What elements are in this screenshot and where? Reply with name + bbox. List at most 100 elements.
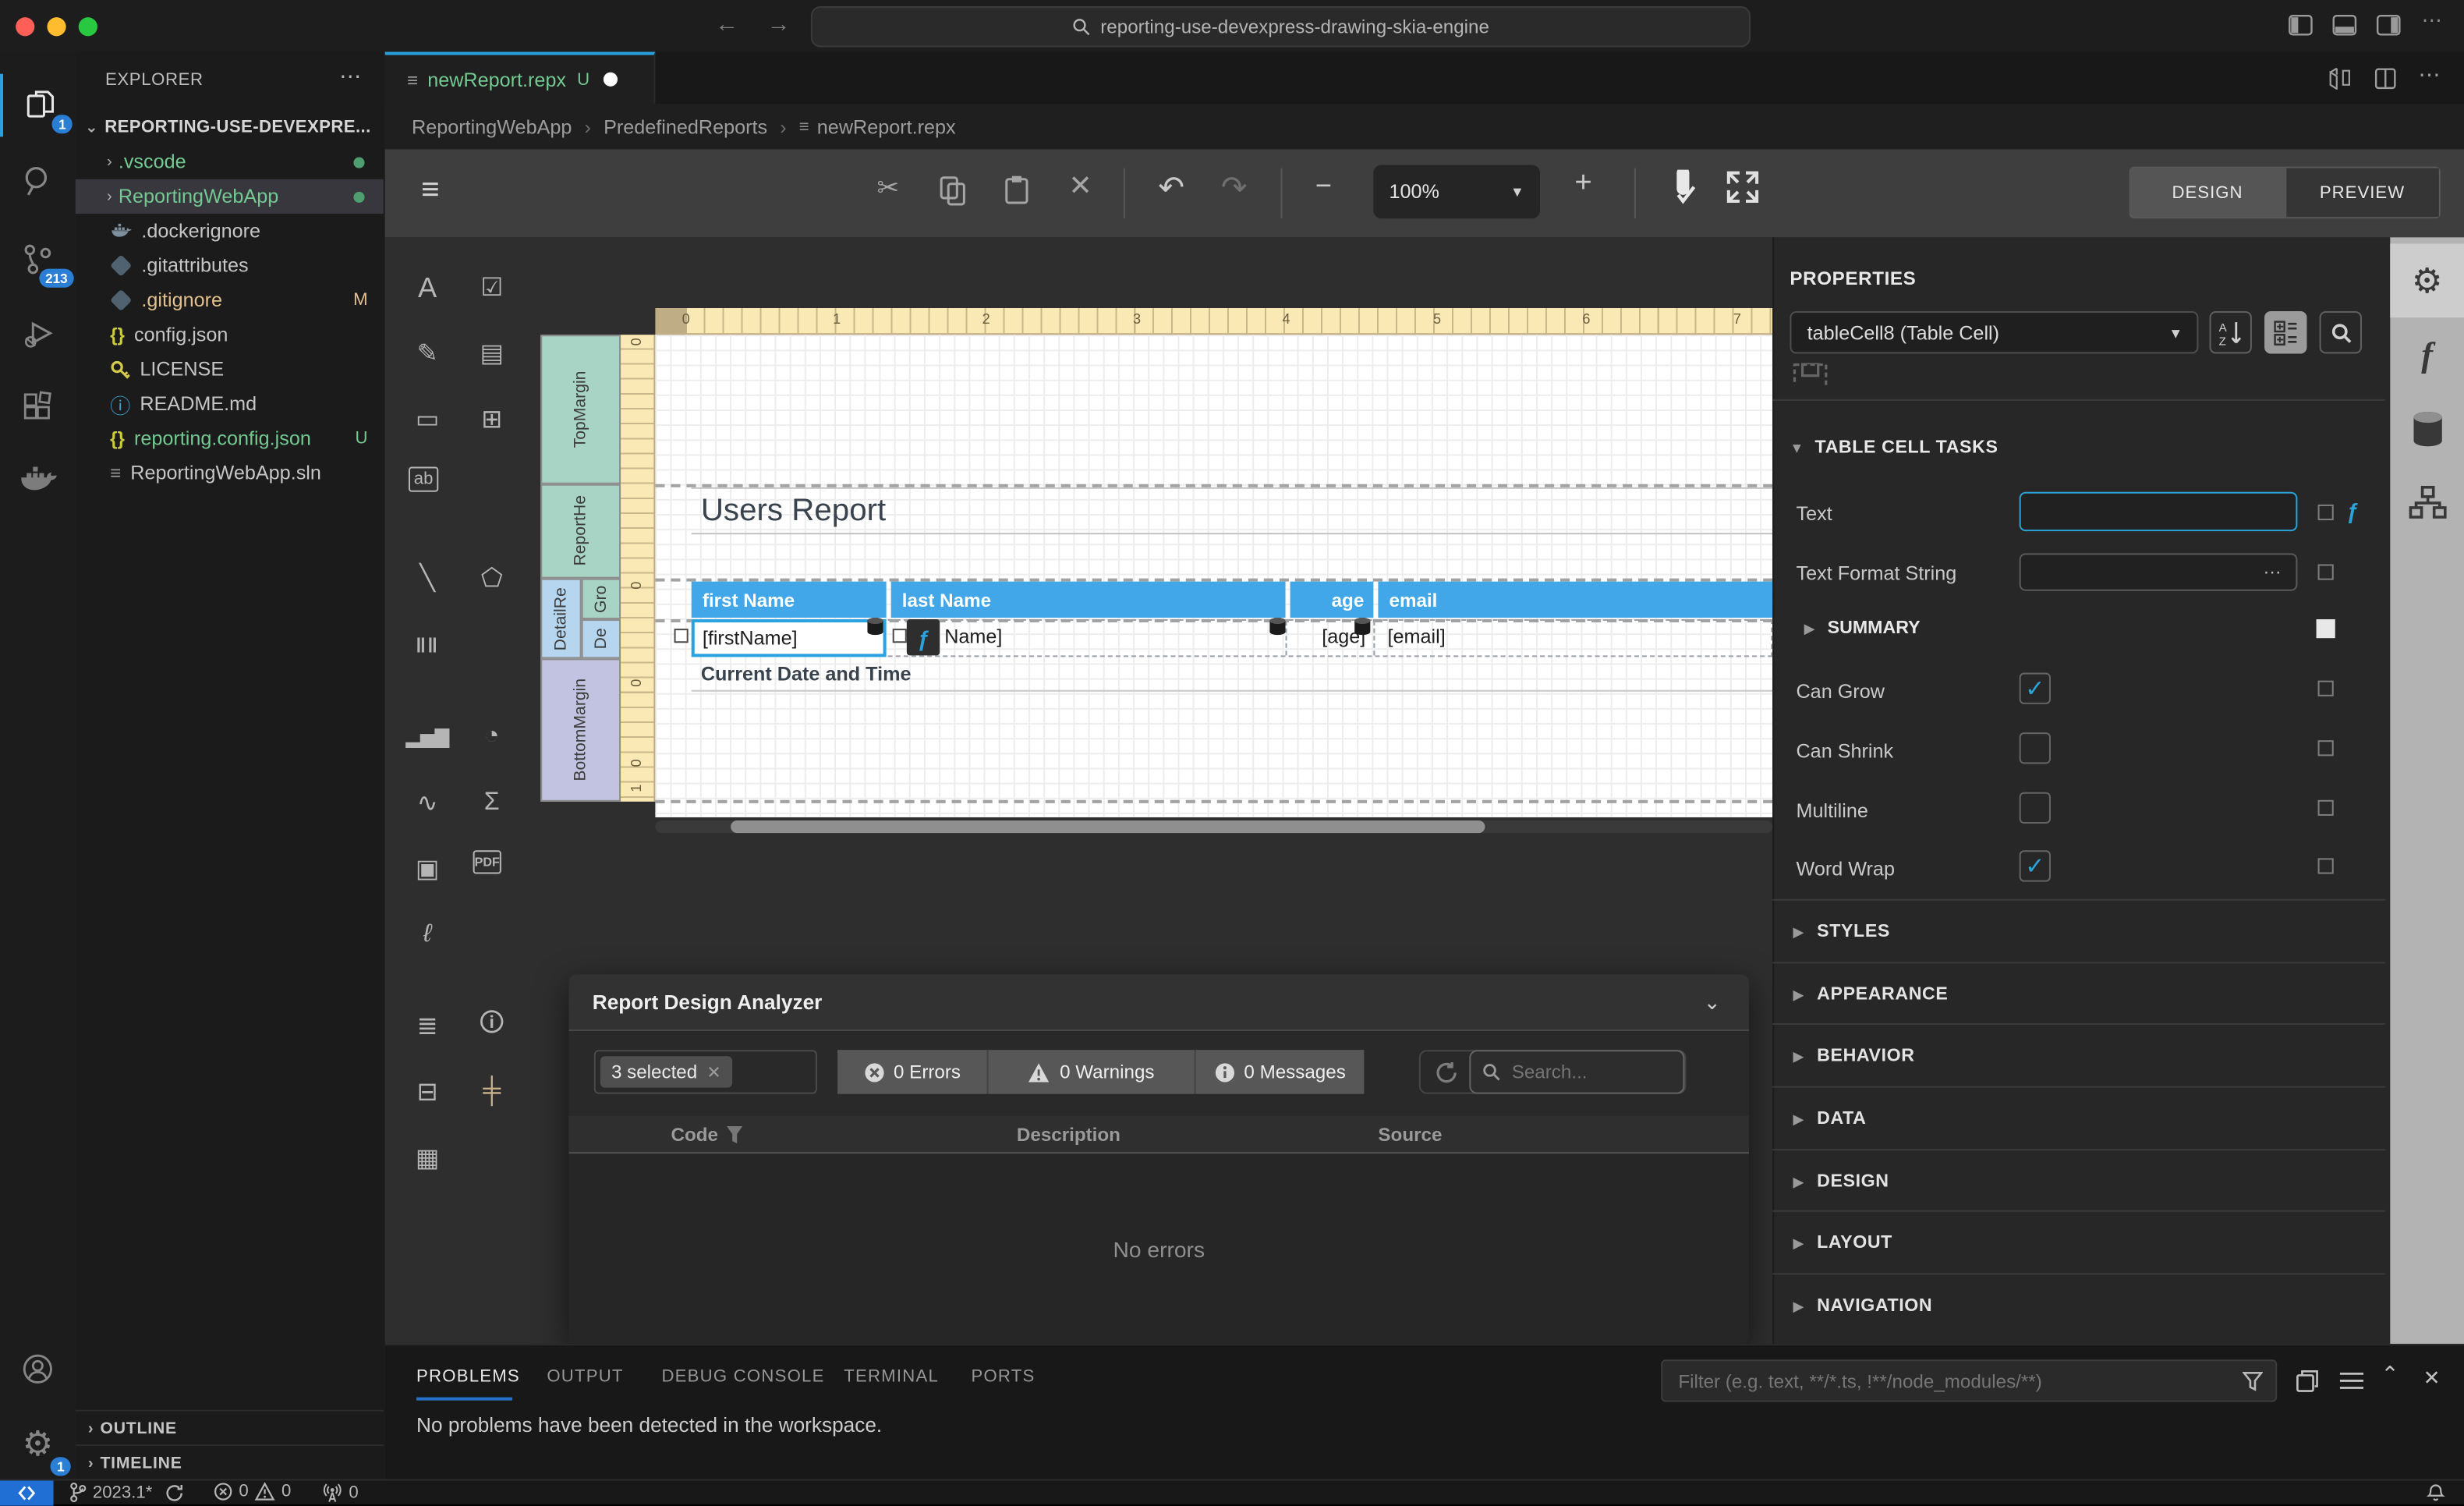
text-property-input[interactable] [2019, 491, 2298, 532]
fx-expression-icon[interactable]: ƒ [2346, 498, 2359, 523]
outline-section-header[interactable]: › OUTLINE [75, 1409, 384, 1446]
ellipsis-button[interactable]: … [2263, 556, 2283, 578]
history-forward-icon[interactable]: → [766, 11, 790, 37]
problems-filter-input[interactable] [1675, 1368, 2243, 1394]
table-cell-email[interactable]: [email] [1388, 625, 1446, 647]
sync-icon[interactable] [165, 1483, 183, 1501]
sort-az-button[interactable]: AZ [2209, 311, 2252, 354]
git-branch-status[interactable]: 2023.1* [69, 1482, 184, 1503]
property-marker-icon[interactable] [2317, 799, 2334, 816]
toolbox-gauge-icon[interactable]: ◔ [473, 718, 511, 756]
tab-terminal[interactable]: TERMINAL [844, 1367, 939, 1386]
toolbox-summary-icon[interactable]: Σ [473, 785, 511, 822]
fullscreen-icon[interactable] [1726, 170, 1760, 204]
tab-debug-console[interactable]: DEBUG CONSOLE [661, 1367, 824, 1386]
explorer-item-license[interactable]: LICENSE [76, 352, 384, 386]
explorer-item-readme[interactable]: ⓘ README.md [76, 387, 384, 421]
panel-list-icon[interactable] [2339, 1370, 2364, 1391]
toolbox-pdf-icon[interactable]: PDF [473, 850, 501, 874]
toggle-secondary-sidebar-icon[interactable] [2376, 14, 2401, 36]
toolbox-picture-icon[interactable]: ▤ [473, 335, 511, 372]
undo-icon[interactable]: ↶ [1158, 168, 1184, 207]
close-panel-icon[interactable]: ✕ [2423, 1366, 2441, 1391]
property-search-button[interactable] [2319, 311, 2363, 354]
explorer-item-gitattributes[interactable]: .gitattributes [76, 248, 384, 282]
section-appearance[interactable]: ▶ APPEARANCE [1772, 962, 2386, 1026]
split-editor-icon[interactable] [2329, 67, 2351, 90]
design-tab[interactable]: DESIGN [2130, 168, 2285, 218]
notifications-bell-icon[interactable] [2426, 1483, 2445, 1502]
activitybar-source-control[interactable]: 213 [0, 225, 76, 294]
summary-group-header[interactable]: ▶ SUMMARY [1804, 619, 1921, 638]
errors-tab[interactable]: 0 Errors [837, 1050, 987, 1094]
collapse-chevron-icon[interactable]: ⌄ [1704, 990, 1721, 1015]
copy-icon[interactable] [940, 176, 966, 206]
explorer-item-reportingconfig[interactable]: {} reporting.config.json U [76, 421, 384, 455]
toolbox-chart-icon[interactable]: ▂▅▇ [405, 718, 449, 756]
fx-expression-button[interactable]: ƒ [906, 619, 940, 656]
selected-chip[interactable]: 3 selected ✕ [600, 1056, 732, 1088]
toolbox-line-icon[interactable]: ╲ [409, 559, 446, 597]
section-behavior[interactable]: ▶ BEHAVIOR [1772, 1022, 2386, 1088]
datasource-strip-item[interactable] [2390, 392, 2464, 466]
report-title-textbox[interactable]: Users Report [691, 487, 1773, 535]
warnings-tab[interactable]: 0 Warnings [988, 1050, 1195, 1094]
toolbox-table-icon[interactable]: ⊞ [473, 401, 511, 438]
table-cell-firstname[interactable]: [firstName] [691, 619, 887, 657]
toolbox-pageinfo-icon[interactable]: 🛈 [473, 1008, 511, 1045]
toolbox-crossband-icon[interactable]: ╪ [473, 1073, 511, 1111]
row-handle[interactable] [674, 629, 689, 643]
table-cell-tasks-header[interactable]: ▼ TABLE CELL TASKS [1790, 438, 1998, 457]
category-view-button[interactable] [2264, 311, 2307, 354]
toolbox-shape-icon[interactable]: ⬠ [473, 559, 511, 597]
history-back-icon[interactable]: ← [715, 11, 738, 37]
band-reportheader[interactable]: ReportHe [540, 484, 621, 579]
analyzer-filter-chipbox[interactable]: 3 selected ✕ [593, 1050, 817, 1094]
messages-tab[interactable]: 0 Messages [1195, 1050, 1365, 1094]
toolbox-sparkline-icon[interactable]: ∿ [409, 785, 446, 822]
toolbox-checkbox-icon[interactable]: ☑ [473, 269, 511, 307]
property-marker-icon[interactable] [2317, 858, 2334, 874]
multiline-checkbox[interactable] [2019, 792, 2051, 824]
property-marker-icon[interactable] [2317, 564, 2334, 580]
activitybar-account[interactable] [0, 1338, 76, 1401]
minimize-window-button[interactable] [47, 17, 66, 37]
refresh-icon[interactable] [1435, 1060, 1458, 1083]
ports-status[interactable]: 0 [322, 1482, 359, 1502]
scrollbar-thumb[interactable] [731, 820, 1485, 834]
table-header-age[interactable]: age [1290, 581, 1374, 618]
analyzer-search-box[interactable] [1469, 1050, 1685, 1094]
property-marker-icon[interactable] [2317, 680, 2334, 696]
section-data[interactable]: ▶ DATA [1772, 1086, 2386, 1151]
toolbox-charactercomb-icon[interactable]: ab [408, 466, 439, 492]
split-editor-right-icon[interactable] [2374, 68, 2396, 90]
format-property-input[interactable]: … [2019, 553, 2298, 591]
activitybar-docker[interactable] [0, 448, 76, 511]
delete-icon[interactable]: ✕ [1068, 170, 1092, 203]
activitybar-search[interactable] [0, 149, 76, 212]
activitybar-extensions[interactable] [0, 376, 76, 439]
toolbox-list-icon[interactable]: ≣ [409, 1008, 446, 1045]
analyzer-header[interactable]: Report Design Analyzer ⌄ [568, 974, 1750, 1032]
toolbox-pagebreak-icon[interactable]: ⊟ [409, 1073, 446, 1111]
activitybar-explorer[interactable]: 1 [0, 73, 79, 137]
table-header-firstname[interactable]: first Name [691, 581, 887, 618]
menu-hamburger-icon[interactable]: ≡ [421, 173, 440, 209]
explorer-item-dockerignore[interactable]: .dockerignore [76, 214, 384, 248]
report-page[interactable]: Users Report first Name last Name age em… [655, 335, 1773, 817]
toolbox-signature-icon[interactable]: ℓ [409, 916, 446, 954]
views-icon[interactable] [2296, 1369, 2319, 1392]
explorer-item-configjson[interactable]: {} config.json [76, 317, 384, 352]
element-selector[interactable]: tableCell8 (Table Cell) ▼ [1790, 311, 2199, 354]
remote-indicator[interactable] [0, 1480, 54, 1506]
code-column-header[interactable]: Code [671, 1124, 718, 1146]
toggle-panel-icon[interactable] [2332, 14, 2357, 36]
table-header-lastname[interactable]: last Name [890, 581, 1286, 618]
zoom-in-icon[interactable]: + [1574, 167, 1591, 201]
problems-filter-box[interactable] [1661, 1359, 2278, 1402]
problems-status[interactable]: 0 0 [214, 1482, 291, 1501]
zoom-out-icon[interactable]: − [1315, 170, 1332, 203]
timeline-section-header[interactable]: › TIMELINE [75, 1444, 384, 1480]
wordwrap-checkbox[interactable]: ✓ [2019, 850, 2051, 882]
breadcrumb-item[interactable]: PredefinedReports [604, 115, 767, 137]
